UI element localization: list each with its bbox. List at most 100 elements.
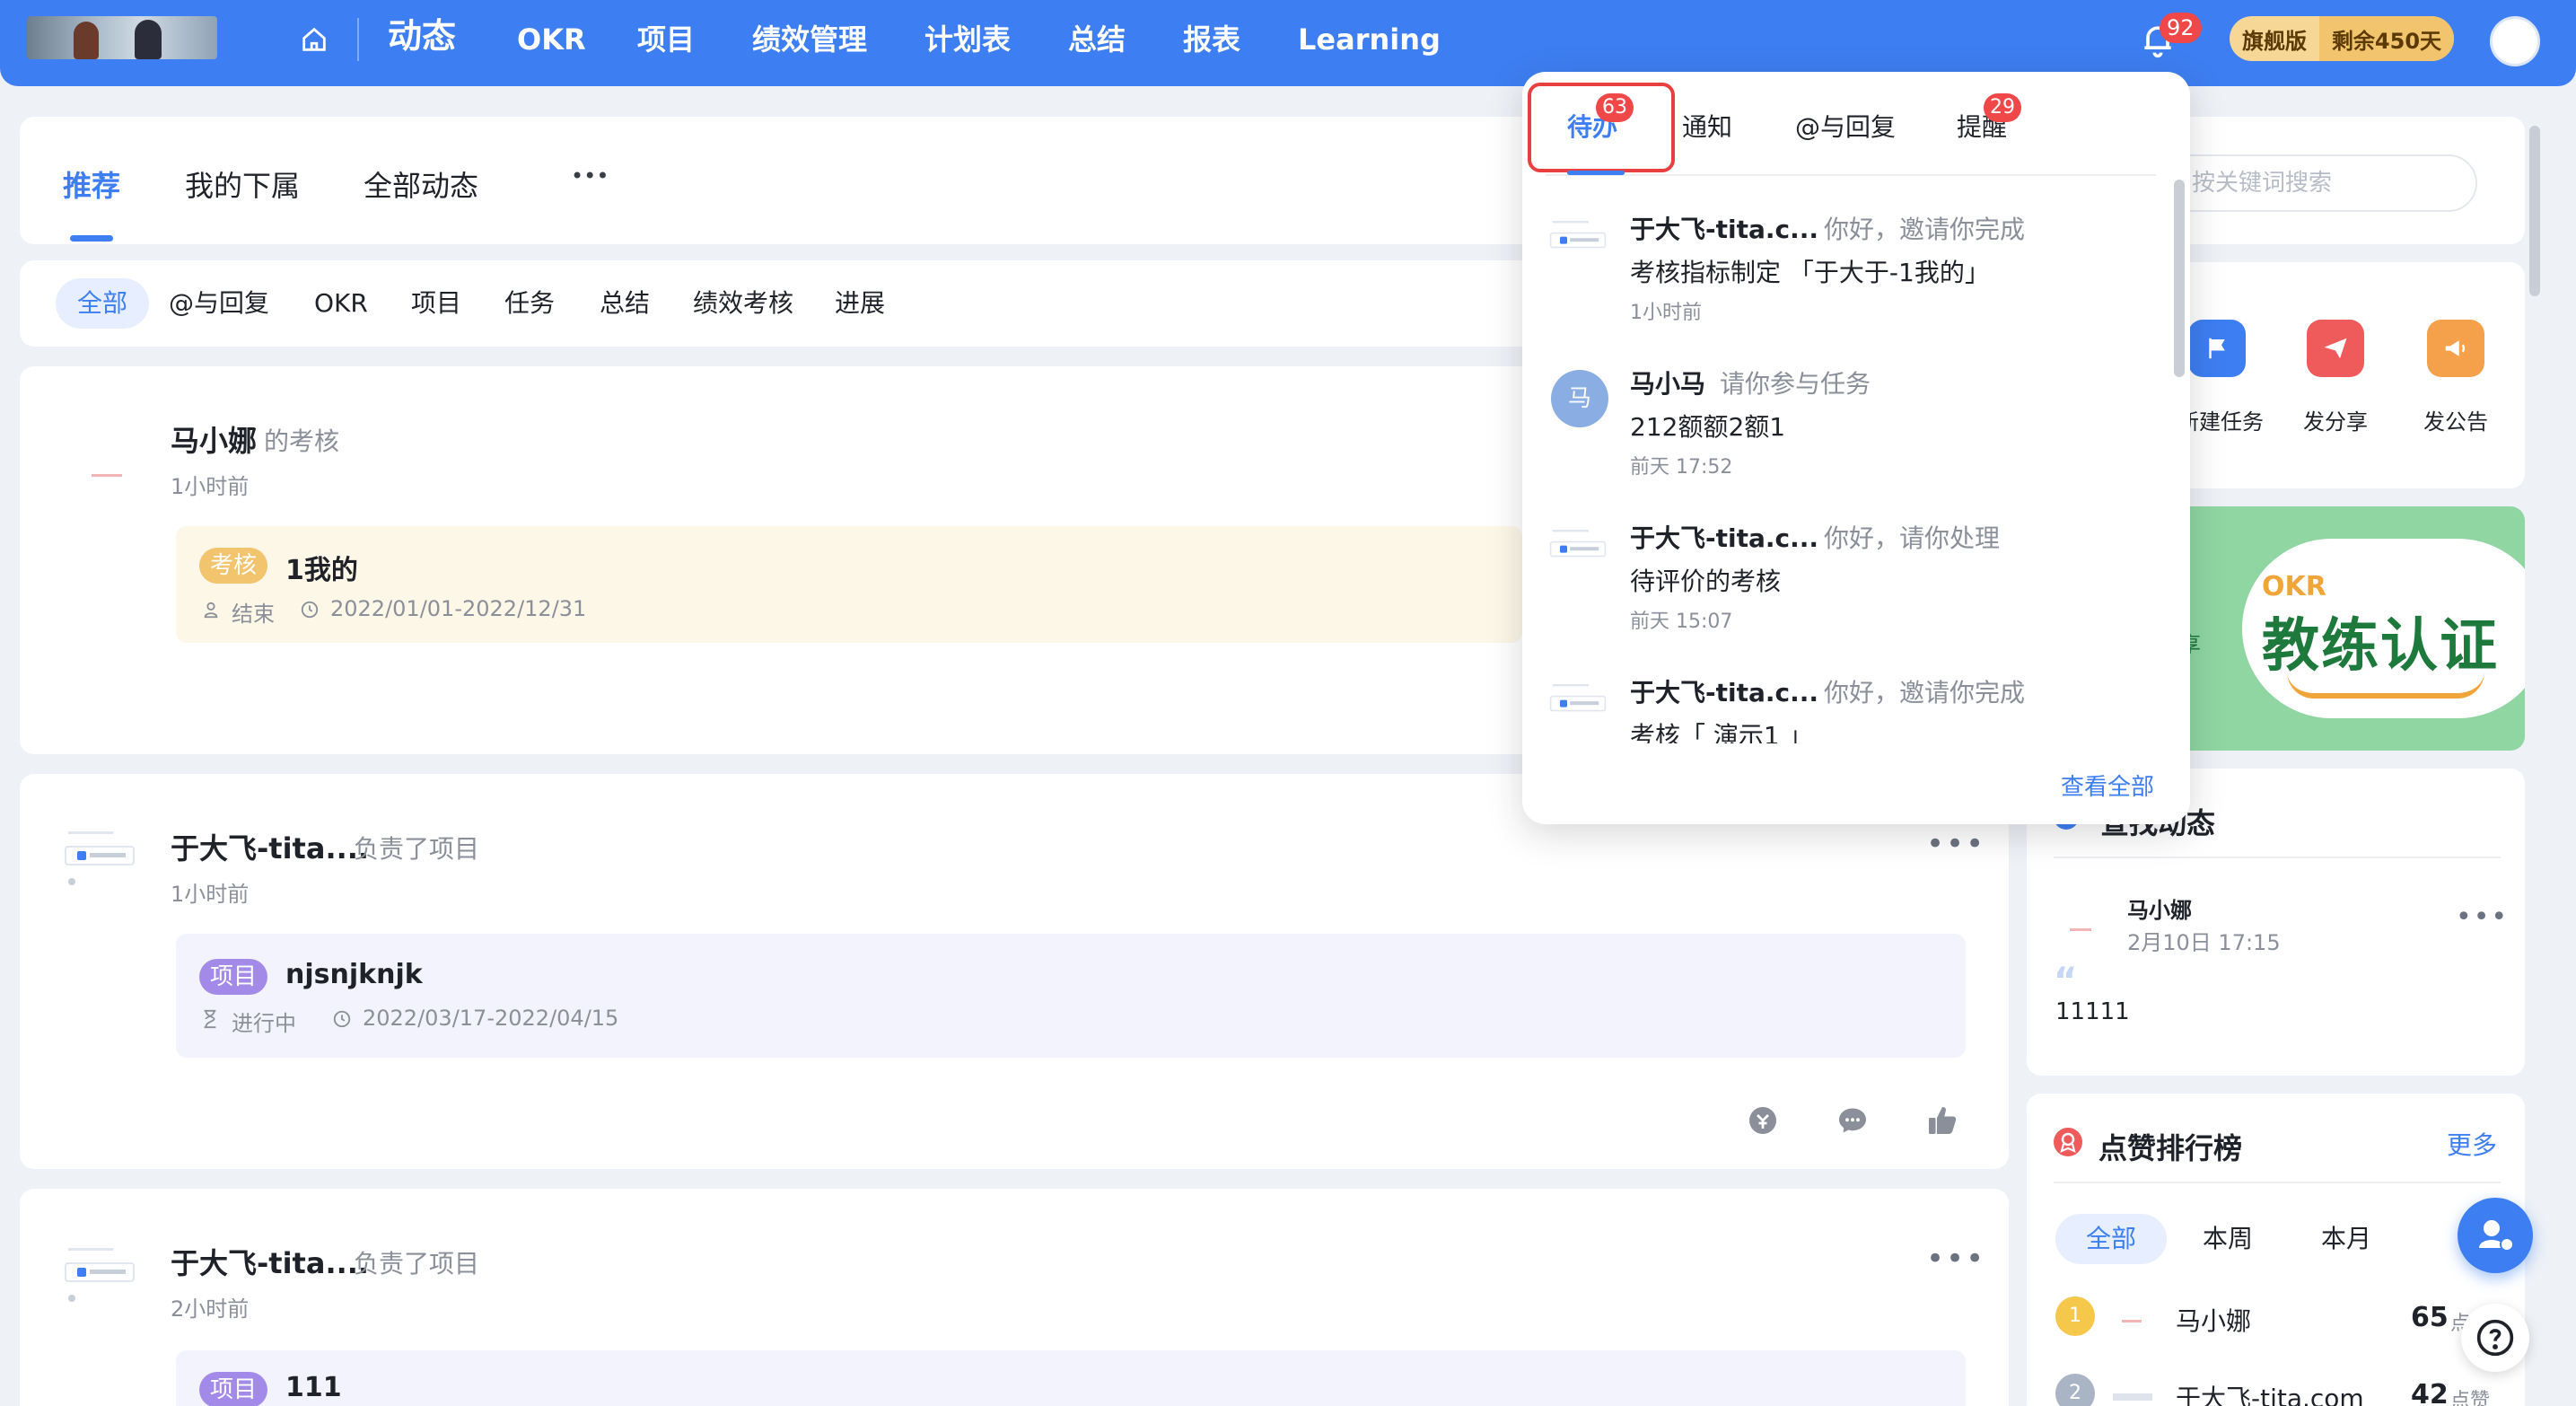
tab-all-dynamics[interactable]: 全部动态: [364, 163, 478, 205]
filter-all[interactable]: 全部: [56, 278, 150, 329]
comment-icon[interactable]: [1836, 1104, 1869, 1140]
nav-reports[interactable]: 报表: [1183, 20, 1240, 59]
divider: [1546, 174, 2156, 176]
share-label[interactable]: 发分享: [2303, 404, 2368, 435]
post-more-icon[interactable]: •••: [1926, 1241, 1985, 1277]
notification-body[interactable]: 212额额2额1: [1630, 408, 1785, 444]
ranking-filter-week[interactable]: 本周: [2203, 1214, 2253, 1264]
ranking-count: 65: [2411, 1302, 2449, 1333]
filter-mentions[interactable]: @与回复: [169, 278, 269, 329]
user-avatar[interactable]: [2490, 16, 2540, 66]
avatar[interactable]: [2122, 1320, 2142, 1323]
gold-medal-icon: 1: [2055, 1296, 2095, 1336]
active-tab-indicator: [70, 235, 113, 242]
filter-summary[interactable]: 总结: [600, 278, 650, 329]
post-title[interactable]: 111: [285, 1372, 342, 1403]
ranking-icon: [2054, 1128, 2082, 1156]
ranking-unit: 点赞: [2450, 1390, 2491, 1406]
ranking-name[interactable]: 马小娜: [2176, 1302, 2251, 1338]
ranking-more-link[interactable]: 更多: [2447, 1126, 2497, 1162]
post-dates: 2022/03/17-2022/04/15: [363, 1006, 619, 1031]
post-status: 结束: [232, 602, 275, 627]
banner-title: 教练认证: [2262, 613, 2499, 680]
post-time: 1小时前: [171, 474, 250, 499]
recent-more-icon[interactable]: •••: [2456, 901, 2509, 933]
notification-time: 1小时前: [1630, 302, 1702, 324]
announcement-label[interactable]: 发公告: [2423, 404, 2488, 435]
post-time: 2小时前: [171, 1296, 250, 1322]
post-more-icon[interactable]: •••: [1926, 826, 1985, 862]
home-icon[interactable]: [296, 22, 332, 57]
filter-progress[interactable]: 进展: [835, 278, 885, 329]
nav-okr[interactable]: OKR: [517, 20, 586, 59]
post-content-box[interactable]: [176, 1350, 1966, 1406]
notification-body[interactable]: 考核「 演示1 」: [1630, 716, 1813, 743]
nav-summary[interactable]: 总结: [1068, 20, 1126, 59]
avatar[interactable]: [2070, 928, 2091, 931]
like-icon[interactable]: [1926, 1104, 1958, 1140]
avatar[interactable]: [2113, 1393, 2152, 1401]
filter-project[interactable]: 项目: [411, 278, 461, 329]
tab-my-subordinates[interactable]: 我的下属: [185, 163, 300, 205]
tab-recommended[interactable]: 推荐: [63, 163, 120, 205]
post-author[interactable]: 于大飞-tita....: [171, 826, 369, 867]
ranking-name[interactable]: 于大飞-tita.com: [2176, 1379, 2364, 1406]
post-author[interactable]: 于大飞-tita....: [171, 1241, 369, 1282]
help-icon[interactable]: [2461, 1304, 2529, 1372]
view-all-link[interactable]: 查看全部: [2061, 769, 2154, 802]
search-input[interactable]: 按关键词搜索: [2145, 154, 2477, 212]
tab-notice[interactable]: 通知: [1682, 108, 1732, 144]
flag-icon[interactable]: [2188, 320, 2246, 377]
avatar: [1546, 523, 1610, 580]
silver-medal-icon: 2: [2055, 1374, 2095, 1406]
notification-action: 你好，请你处理: [1824, 523, 2001, 553]
nav-learning[interactable]: Learning: [1298, 20, 1441, 59]
post-title[interactable]: 1我的: [285, 548, 358, 587]
notification-action: 你好，邀请你完成: [1824, 215, 2026, 244]
recent-author[interactable]: 马小娜: [2127, 892, 2192, 924]
filter-okr[interactable]: OKR: [314, 278, 368, 329]
nav-plans[interactable]: 计划表: [924, 20, 1011, 59]
tabs-more-icon[interactable]: •••: [571, 163, 609, 189]
divider: [2054, 1182, 2501, 1183]
hourglass-icon: [201, 1009, 219, 1033]
new-task-label[interactable]: 新建任务: [2177, 404, 2264, 435]
filter-task[interactable]: 任务: [504, 278, 555, 329]
ranking-filter-all[interactable]: 全部: [2055, 1214, 2168, 1264]
notification-sender[interactable]: 马小马: [1630, 365, 1705, 400]
post-content-box[interactable]: [176, 526, 1522, 643]
popup-scrollbar[interactable]: [2174, 180, 2185, 377]
avatar: [1546, 677, 1610, 734]
megaphone-icon[interactable]: [2427, 320, 2484, 377]
post-content-box[interactable]: [176, 934, 1966, 1058]
post-title[interactable]: njsnjknjk: [285, 959, 423, 990]
nav-performance[interactable]: 绩效管理: [752, 20, 867, 59]
notification-body[interactable]: 考核指标制定 「于大于-1我的」: [1630, 253, 1990, 289]
ranking-filter-month[interactable]: 本月: [2321, 1214, 2371, 1264]
tab-mentions[interactable]: @与回复: [1795, 108, 1896, 144]
nav-dynamics[interactable]: 动态: [388, 16, 456, 56]
notification-body[interactable]: 待评价的考核: [1630, 562, 1781, 598]
page-scrollbar[interactable]: [2529, 126, 2540, 296]
filter-performance[interactable]: 绩效考核: [693, 278, 793, 329]
avatar[interactable]: [59, 1239, 140, 1311]
reward-icon[interactable]: [1747, 1104, 1779, 1140]
notification-sender[interactable]: 于大飞-tita.c...: [1630, 210, 1818, 246]
plan-name: 旗舰版: [2242, 28, 2307, 54]
plan-badge[interactable]: 旗舰版 剩余450天: [2230, 16, 2454, 61]
ranking-count: 42: [2411, 1379, 2449, 1406]
notification-sender[interactable]: 于大飞-tita.c...: [1630, 673, 1818, 709]
send-icon[interactable]: [2307, 320, 2364, 377]
notification-action: 你好，邀请你完成: [1824, 678, 2026, 707]
avatar[interactable]: [86, 467, 129, 485]
contacts-floating-button[interactable]: [2458, 1198, 2533, 1273]
post-time: 1小时前: [171, 882, 250, 907]
nav-projects[interactable]: 项目: [637, 20, 695, 59]
notification-sender[interactable]: 于大飞-tita.c...: [1630, 519, 1818, 555]
avatar[interactable]: [59, 822, 140, 894]
company-logo[interactable]: [27, 16, 217, 59]
post-author[interactable]: 马小娜: [171, 418, 257, 460]
plan-remaining: 剩余450天: [2319, 16, 2454, 61]
notification-time: 前天 17:52: [1630, 456, 1733, 479]
notification-action: 请你参与任务: [1720, 369, 1871, 399]
